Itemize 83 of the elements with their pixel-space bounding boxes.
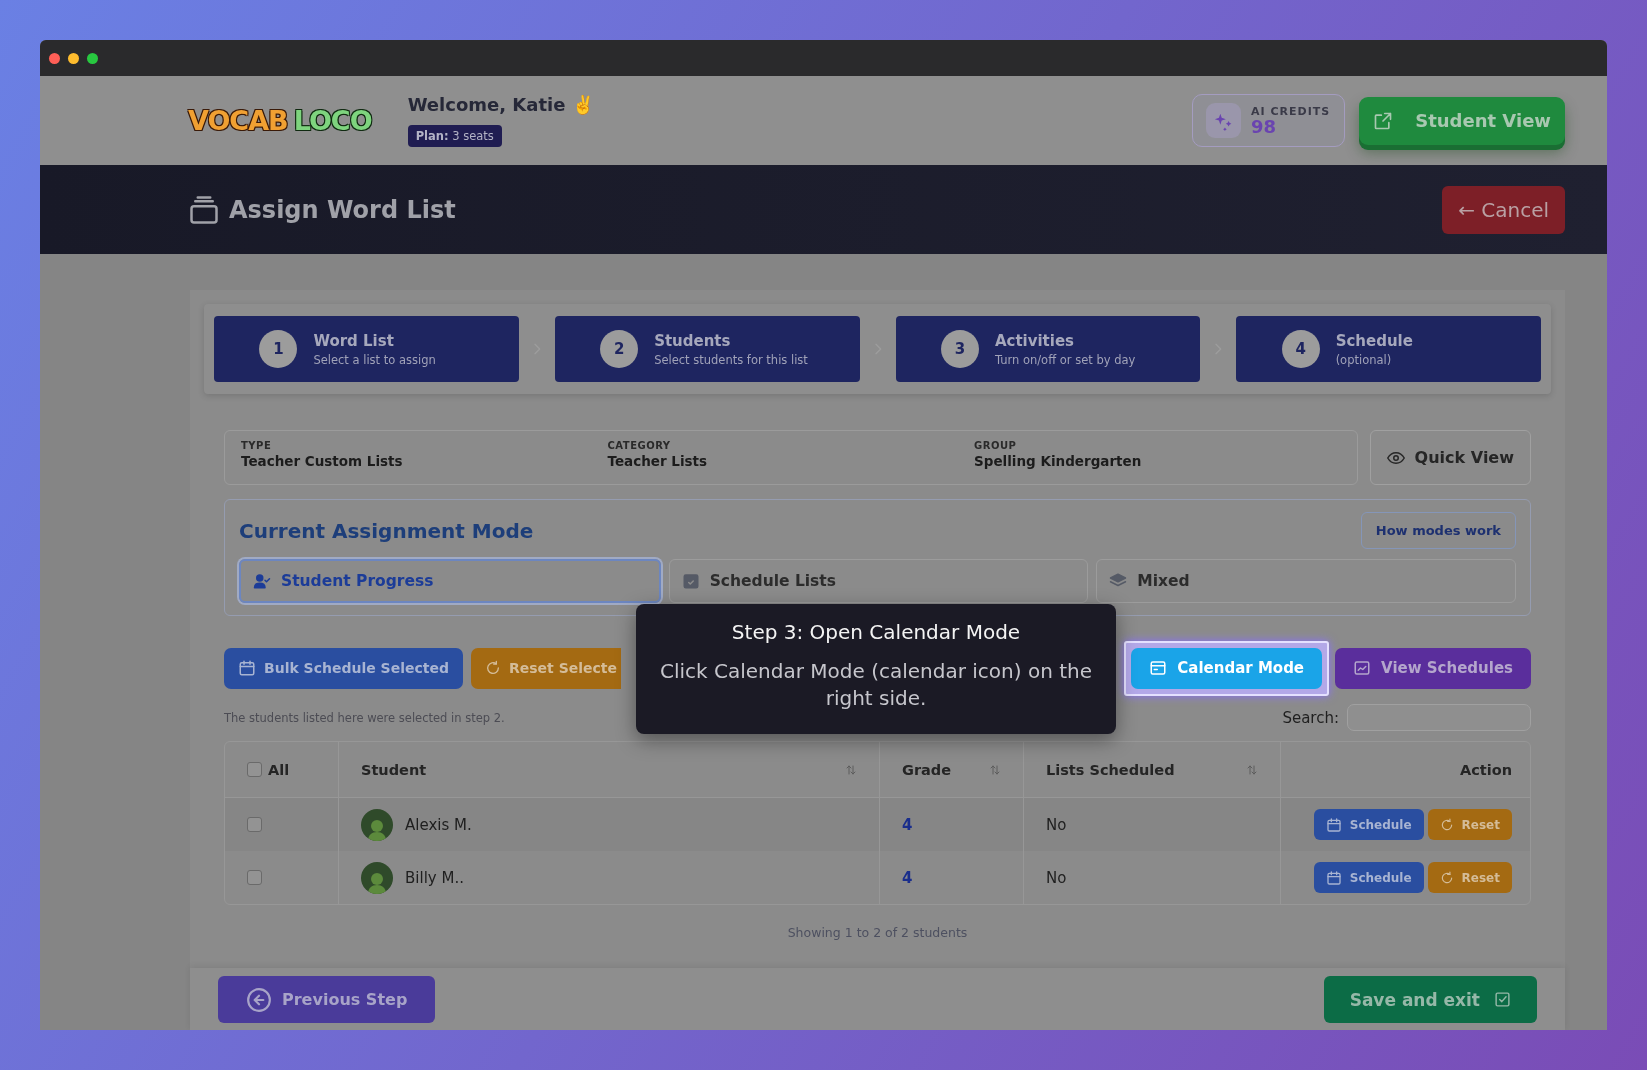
field-value: Teacher Custom Lists — [241, 453, 404, 469]
search-label: Search: — [1282, 708, 1339, 727]
step-subtitle: Select students for this list — [654, 352, 809, 367]
step-number: 4 — [1281, 330, 1320, 368]
stack-icon — [188, 194, 220, 225]
window-control[interactable] — [49, 52, 60, 64]
checkbox-icon — [1494, 991, 1511, 1008]
step-subtitle: Select a list to assign — [313, 352, 437, 367]
wizard-step[interactable]: 4 Schedule (optional) — [1236, 316, 1541, 382]
helper-text: The students listed here were selected in step 2. — [224, 710, 505, 725]
column-header: Lists Scheduled — [1046, 761, 1175, 778]
credits-label: AI CREDITS — [1251, 105, 1331, 118]
calendar-icon — [681, 572, 700, 590]
column-header: Action — [1460, 761, 1512, 778]
tooltip-title: Step 3: Open Calendar Mode — [730, 620, 1022, 644]
step-subtitle: Turn on/off or set by day — [994, 352, 1137, 367]
page-title: Assign Word List — [229, 195, 456, 224]
credits-value: 98 — [1251, 118, 1278, 136]
mode-option[interactable]: Student Progress — [239, 559, 661, 603]
view-schedules-button[interactable]: View Schedules — [1335, 647, 1531, 689]
external-link-icon — [1373, 110, 1394, 131]
previous-step-button[interactable]: Previous Step — [218, 976, 436, 1023]
table-cell: Billy M.. — [405, 868, 464, 887]
calendar-icon — [238, 659, 256, 677]
field-value: Teacher Lists — [607, 453, 709, 469]
step-subtitle: (optional) — [1335, 352, 1393, 367]
chart-calendar-icon — [1353, 659, 1372, 677]
field-label: TYPE — [241, 440, 273, 451]
field-label: GROUP — [974, 440, 1018, 451]
logo-word: VOCAB — [188, 105, 288, 136]
schedule-button[interactable]: Schedule — [1313, 862, 1424, 893]
table-cell: No — [1046, 815, 1067, 834]
reset-icon — [1439, 817, 1454, 832]
select-all-checkbox[interactable] — [247, 762, 262, 777]
field-value: Spelling Kindergarten — [974, 453, 1143, 469]
column-header: All — [268, 761, 290, 778]
table-cell: Alexis M. — [405, 815, 472, 834]
step-title: Schedule — [1335, 331, 1414, 350]
window-control[interactable] — [87, 52, 98, 64]
field-label: CATEGORY — [607, 440, 672, 451]
row-checkbox[interactable] — [247, 870, 262, 885]
avatar-icon — [361, 861, 393, 894]
step-title: Students — [654, 331, 732, 350]
schedule-button[interactable]: Schedule — [1313, 809, 1424, 840]
reset-selected-button[interactable]: Reset Selecte — [471, 647, 622, 689]
quick-view-button[interactable]: Quick View — [1369, 430, 1531, 485]
reset-button[interactable]: Reset — [1427, 862, 1512, 893]
person-check-icon — [253, 572, 271, 590]
window-control[interactable] — [68, 52, 79, 64]
wizard-step[interactable]: 1 Word List Select a list to assign — [214, 316, 519, 382]
calendar-mode-button[interactable]: Calendar Mode — [1131, 647, 1323, 689]
reset-button[interactable]: Reset — [1427, 809, 1512, 840]
step-number: 3 — [940, 330, 979, 368]
table-cell: 4 — [902, 815, 913, 834]
logo-word: LOCO — [293, 105, 372, 136]
save-and-exit-button[interactable]: Save and exit — [1323, 976, 1537, 1023]
table-cell: No — [1046, 868, 1067, 887]
calendar-icon — [1325, 869, 1342, 886]
reset-icon — [485, 660, 501, 676]
column-header: Student — [361, 761, 427, 778]
card-icon — [1149, 659, 1168, 677]
tooltip-text: Click Calendar Mode (calendar icon) on the right side. — [659, 658, 1093, 712]
mode-option[interactable]: Mixed — [1096, 559, 1516, 603]
bulk-schedule-button[interactable]: Bulk Schedule Selected — [224, 647, 463, 689]
panel-title: Current Assignment Mode — [239, 518, 534, 543]
table-footer: Showing 1 to 2 of 2 students — [224, 925, 1531, 940]
wizard-step[interactable]: 2 Students Select students for this list — [554, 316, 860, 382]
row-checkbox[interactable] — [247, 817, 262, 832]
reset-icon — [1439, 870, 1454, 885]
table-cell: 4 — [902, 868, 913, 887]
wizard-step[interactable]: 3 Activities Turn on/off or set by day — [895, 316, 1201, 382]
cancel-button[interactable]: ← Cancel — [1442, 185, 1565, 234]
step-title: Activities — [994, 331, 1076, 350]
how-modes-work-button[interactable]: How modes work — [1360, 512, 1516, 549]
welcome-heading: Welcome, Katie ✌ — [407, 94, 594, 115]
step-title: Word List — [313, 331, 395, 350]
column-header: Grade — [902, 761, 952, 778]
plan-badge: Plan: 3 seats — [407, 125, 502, 147]
step-number: 2 — [600, 330, 639, 368]
step-number: 1 — [259, 330, 298, 368]
mode-option[interactable]: Schedule Lists — [668, 559, 1089, 603]
calendar-icon — [1325, 816, 1342, 833]
avatar-icon — [361, 808, 393, 841]
